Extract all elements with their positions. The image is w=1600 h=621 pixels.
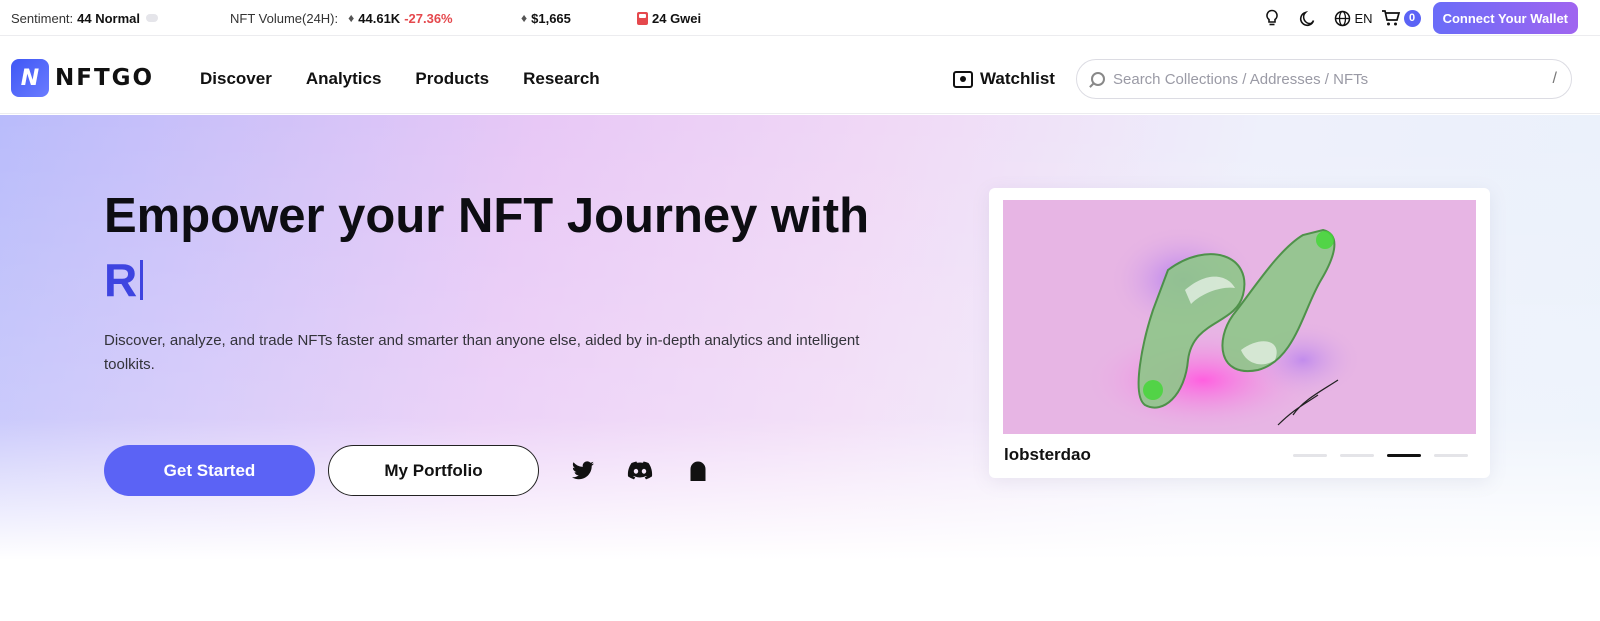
search-bar[interactable]: / <box>1076 59 1572 99</box>
artwork-image <box>1083 225 1363 434</box>
hero-title: Empower your NFT Journey with <box>104 189 870 243</box>
logo-mark-icon: N <box>11 59 49 97</box>
sentiment-label: Sentiment: <box>11 10 74 26</box>
hero-typed-text: R <box>104 253 144 308</box>
hero-description: Discover, analyze, and trade NFTs faster… <box>104 332 860 373</box>
language-selector[interactable]: EN <box>1334 10 1373 27</box>
language-label: EN <box>1354 10 1373 26</box>
search-icon <box>1091 72 1105 86</box>
cart-icon <box>1381 10 1400 26</box>
featured-collection-card[interactable]: lobsterdao <box>989 188 1490 478</box>
eth-price-stat: ♦ $1,665 <box>521 0 571 36</box>
menu-item-discover[interactable]: Discover <box>200 69 272 89</box>
typing-caret <box>140 260 144 300</box>
hero-section: Empower your NFT Journey with R Discover… <box>0 115 1600 621</box>
main-nav: N NFTGO Discover Analytics Products Rese… <box>0 44 1600 114</box>
discord-icon[interactable] <box>627 458 653 484</box>
primary-menu: Discover Analytics Products Research <box>200 44 600 114</box>
logo[interactable]: N NFTGO <box>11 59 154 97</box>
twitter-icon[interactable] <box>570 458 596 484</box>
menu-item-analytics[interactable]: Analytics <box>306 69 382 89</box>
collection-title: lobsterdao <box>1004 445 1091 464</box>
volume-label: NFT Volume(24H): <box>230 10 339 26</box>
eth-icon: ♦ <box>521 11 528 25</box>
volume-value: 44.61K <box>358 10 401 26</box>
carousel-dot-active[interactable] <box>1387 454 1421 457</box>
eye-icon <box>953 70 973 88</box>
carousel-dot[interactable] <box>1340 454 1374 457</box>
carousel-dot[interactable] <box>1434 454 1468 457</box>
moon-icon[interactable] <box>1290 0 1326 36</box>
gas-value: 24 Gwei <box>652 10 702 26</box>
cart-button[interactable]: 0 <box>1381 9 1421 27</box>
eth-icon: ♦ <box>348 11 355 25</box>
watchlist-link[interactable]: Watchlist <box>953 44 1055 114</box>
search-shortcut-hint: / <box>1552 70 1557 87</box>
sentiment-gauge-icon <box>146 14 159 22</box>
logo-text: NFTGO <box>55 65 155 91</box>
connect-wallet-button[interactable]: Connect Your Wallet <box>1432 2 1578 34</box>
top-actions: EN 0 Connect Your Wallet <box>1254 0 1578 36</box>
ticker-bar: Sentiment: 44 Normal NFT Volume(24H): ♦ … <box>0 0 1600 36</box>
lightbulb-icon[interactable] <box>1254 0 1290 36</box>
eth-price: $1,665 <box>531 10 571 26</box>
gas-pump-icon <box>637 11 648 25</box>
globe-icon <box>1334 10 1350 26</box>
carousel-indicators <box>1293 454 1468 457</box>
collection-artwork[interactable] <box>1003 200 1476 434</box>
gas-stat: 24 Gwei <box>637 0 701 36</box>
get-started-button[interactable]: Get Started <box>104 445 315 496</box>
menu-item-products[interactable]: Products <box>415 69 489 89</box>
search-input[interactable] <box>1113 70 1545 88</box>
carousel-dot[interactable] <box>1293 454 1327 457</box>
my-portfolio-button[interactable]: My Portfolio <box>328 445 539 496</box>
cart-count-badge: 0 <box>1403 9 1421 27</box>
menu-item-research[interactable]: Research <box>523 69 600 89</box>
typed-word: R <box>104 254 138 306</box>
sentiment-value: 44 Normal <box>77 10 141 26</box>
nft-volume-stat: NFT Volume(24H): ♦ 44.61K -27.36% <box>230 0 453 36</box>
volume-change: -27.36% <box>404 10 453 26</box>
watchlist-label: Watchlist <box>980 69 1055 88</box>
sentiment-stat: Sentiment: 44 Normal <box>11 0 159 36</box>
ghost-icon[interactable] <box>685 458 711 484</box>
